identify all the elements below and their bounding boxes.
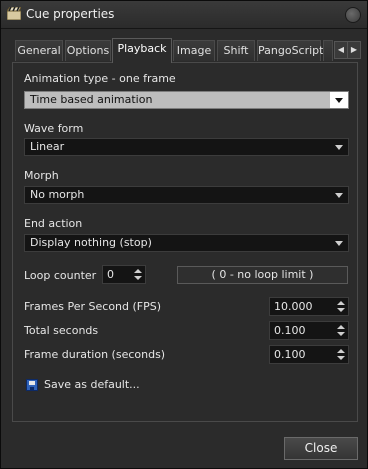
window-close-icon[interactable] [345, 7, 361, 23]
tab-pangoscript[interactable]: PangoScript [257, 40, 323, 61]
total-seconds-input[interactable]: 0.100 [269, 321, 349, 340]
fps-value: 10.000 [274, 300, 313, 313]
tab-scroll-right-icon[interactable]: ▶ [347, 41, 361, 59]
tab-overflow[interactable] [323, 40, 333, 61]
frame-duration-label: Frame duration (seconds) [24, 348, 166, 361]
loop-counter-input[interactable]: 0 [102, 265, 146, 284]
save-as-default-label: Save as default... [44, 378, 140, 391]
morph-select[interactable]: No morph [24, 186, 349, 204]
tab-image[interactable]: Image [173, 40, 215, 61]
chevron-down-icon[interactable] [330, 235, 348, 251]
end-action-label: End action [24, 217, 83, 230]
wave-form-select[interactable]: Linear [24, 138, 349, 156]
spinner-arrows-icon[interactable] [131, 266, 145, 283]
loop-counter-label: Loop counter [24, 269, 97, 282]
window-title: Cue properties [26, 7, 115, 21]
spinner-arrows-icon[interactable] [334, 322, 348, 339]
animation-type-select[interactable]: Time based animation [24, 91, 349, 109]
morph-label: Morph [24, 169, 59, 182]
tab-playback[interactable]: Playback [112, 38, 172, 63]
tab-options[interactable]: Options [65, 40, 111, 61]
animation-type-value: Time based animation [30, 93, 153, 106]
spinner-arrows-icon[interactable] [334, 298, 348, 315]
fps-input[interactable]: 10.000 [269, 297, 349, 316]
chevron-down-icon[interactable] [330, 92, 348, 108]
tab-scroll-left-icon[interactable]: ◀ [334, 41, 348, 59]
tab-general[interactable]: General [15, 40, 63, 61]
wave-form-label: Wave form [24, 122, 84, 135]
close-button[interactable]: Close [284, 437, 358, 460]
end-action-select[interactable]: Display nothing (stop) [24, 234, 349, 252]
frame-duration-value: 0.100 [274, 348, 306, 361]
chevron-down-icon[interactable] [330, 139, 348, 155]
loop-limit-note: ( 0 - no loop limit ) [177, 266, 348, 284]
floppy-disk-icon [26, 379, 38, 391]
chevron-down-icon[interactable] [330, 187, 348, 203]
tab-strip: General Options Playback Image Shift Pan… [11, 38, 361, 63]
clapperboard-icon [7, 7, 21, 20]
title-bar[interactable]: Cue properties [1, 1, 367, 29]
morph-value: No morph [30, 188, 85, 201]
spinner-arrows-icon[interactable] [334, 346, 348, 363]
animation-type-label: Animation type - one frame [24, 72, 176, 85]
end-action-value: Display nothing (stop) [30, 236, 152, 249]
wave-form-value: Linear [30, 140, 65, 153]
total-seconds-label: Total seconds [24, 324, 99, 337]
cue-properties-window: Cue properties General Options Playback … [0, 0, 368, 469]
frame-duration-input[interactable]: 0.100 [269, 345, 349, 364]
loop-counter-value: 0 [107, 268, 114, 281]
total-seconds-value: 0.100 [274, 324, 306, 337]
tab-shift[interactable]: Shift [217, 40, 255, 61]
fps-label: Frames Per Second (FPS) [24, 300, 162, 313]
